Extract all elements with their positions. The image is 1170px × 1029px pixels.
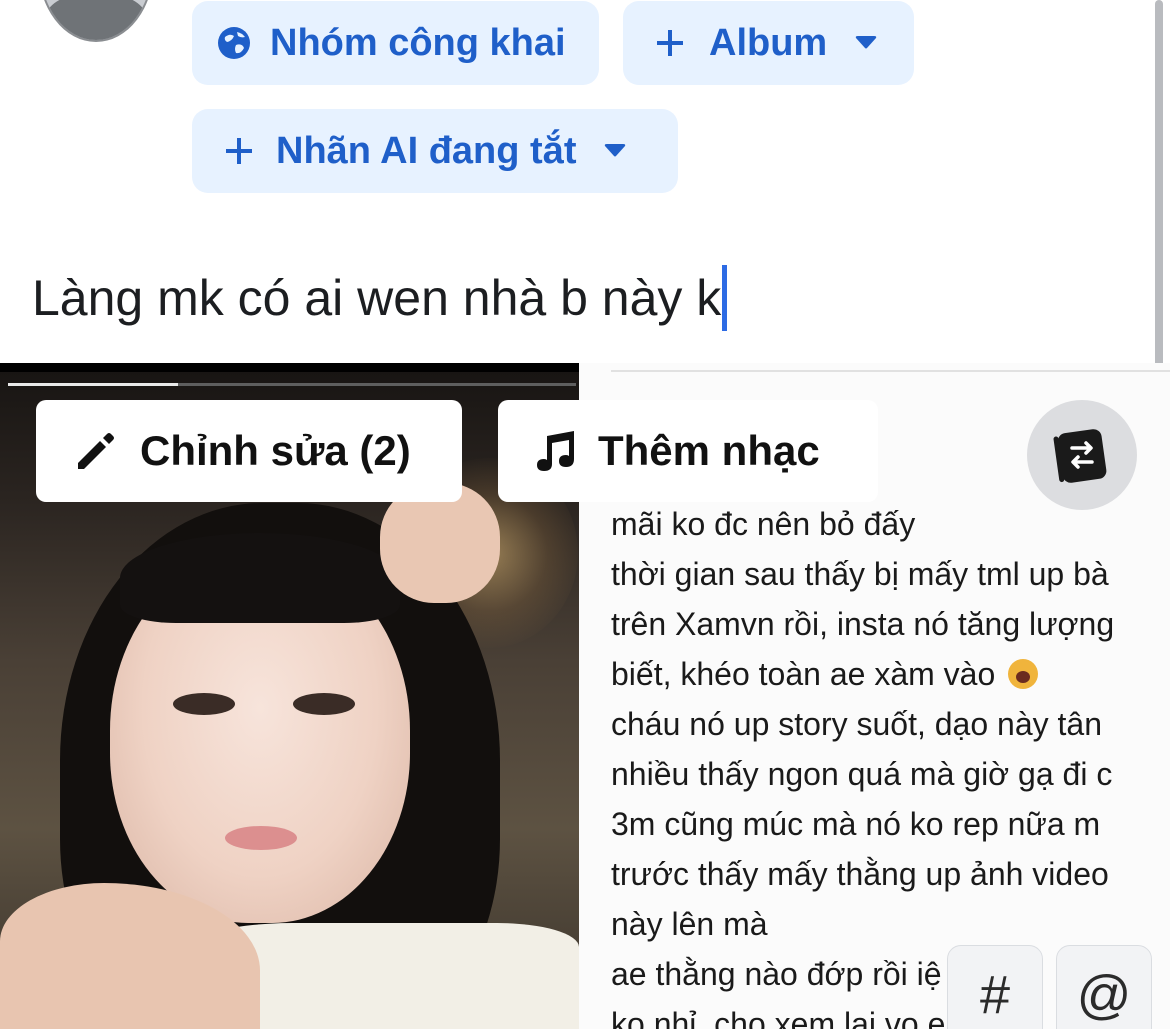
pencil-icon [78, 433, 114, 469]
album-chip-label: Album [709, 21, 828, 64]
caret-down-icon [605, 144, 626, 157]
music-note-icon [537, 431, 574, 471]
shocked-emoji-icon [1008, 659, 1039, 689]
privacy-chip[interactable]: Nhóm công khai [192, 1, 599, 85]
swap-icon [1053, 429, 1107, 483]
post-text-value: Làng mk có ai wen nhà b này k [32, 270, 722, 326]
screenshot-line: cháu nó up story suốt, dạo này tân [611, 706, 1102, 742]
text-cursor [722, 265, 728, 331]
album-chip[interactable]: Album [623, 1, 914, 85]
edit-button-label: Chỉnh sửa (2) [140, 427, 411, 474]
plus-icon [226, 138, 252, 164]
avatar[interactable] [38, 0, 154, 42]
ai-label-chip[interactable]: Nhãn AI đang tắt [192, 109, 678, 193]
swap-media-button[interactable] [1027, 400, 1137, 510]
screenshot-line: trước thấy mấy thằng up ảnh video [611, 856, 1109, 892]
ai-label-chip-label: Nhãn AI đang tắt [276, 129, 577, 172]
photo-eye-right [293, 693, 355, 715]
add-music-button-label: Thêm nhạc [598, 427, 820, 474]
caret-down-icon [855, 36, 877, 49]
photo-bangs [120, 533, 400, 623]
privacy-chip-label: Nhóm công khai [270, 21, 566, 64]
plus-icon [657, 30, 683, 56]
screenshot-line: nhiều thấy ngon quá mà giờ gạ đi c [611, 756, 1113, 792]
screenshot-line: trên Xamvn rồi, insta nó tăng lượng [611, 606, 1115, 642]
edit-button[interactable]: Chỉnh sửa (2) [36, 400, 462, 502]
screenshot-line: biết, khéo toàn ae xàm vào [611, 649, 1170, 699]
photo-eye-left [173, 693, 235, 715]
mention-button[interactable]: @ [1056, 945, 1152, 1029]
screenshot-line: 3m cũng múc mà nó ko rep nữa m [611, 806, 1101, 842]
avatar-silhouette [46, 0, 146, 40]
screenshot-line-text: biết, khéo toàn ae xàm vào [611, 656, 996, 692]
globe-icon [218, 27, 250, 59]
screenshot-divider [611, 370, 1170, 372]
story-progress-bar [8, 383, 576, 386]
story-progress-fill [8, 383, 179, 386]
screenshot-line: này lên mà [611, 906, 768, 942]
post-text-input[interactable]: Làng mk có ai wen nhà b này k [32, 265, 728, 331]
hashtag-button[interactable]: # [947, 945, 1043, 1029]
add-music-button[interactable]: Thêm nhạc [498, 400, 878, 502]
photo-lips [225, 826, 297, 850]
screenshot-line: thời gian sau thấy bị mấy tml up bà [611, 556, 1109, 592]
photo-top-bar [0, 363, 579, 372]
